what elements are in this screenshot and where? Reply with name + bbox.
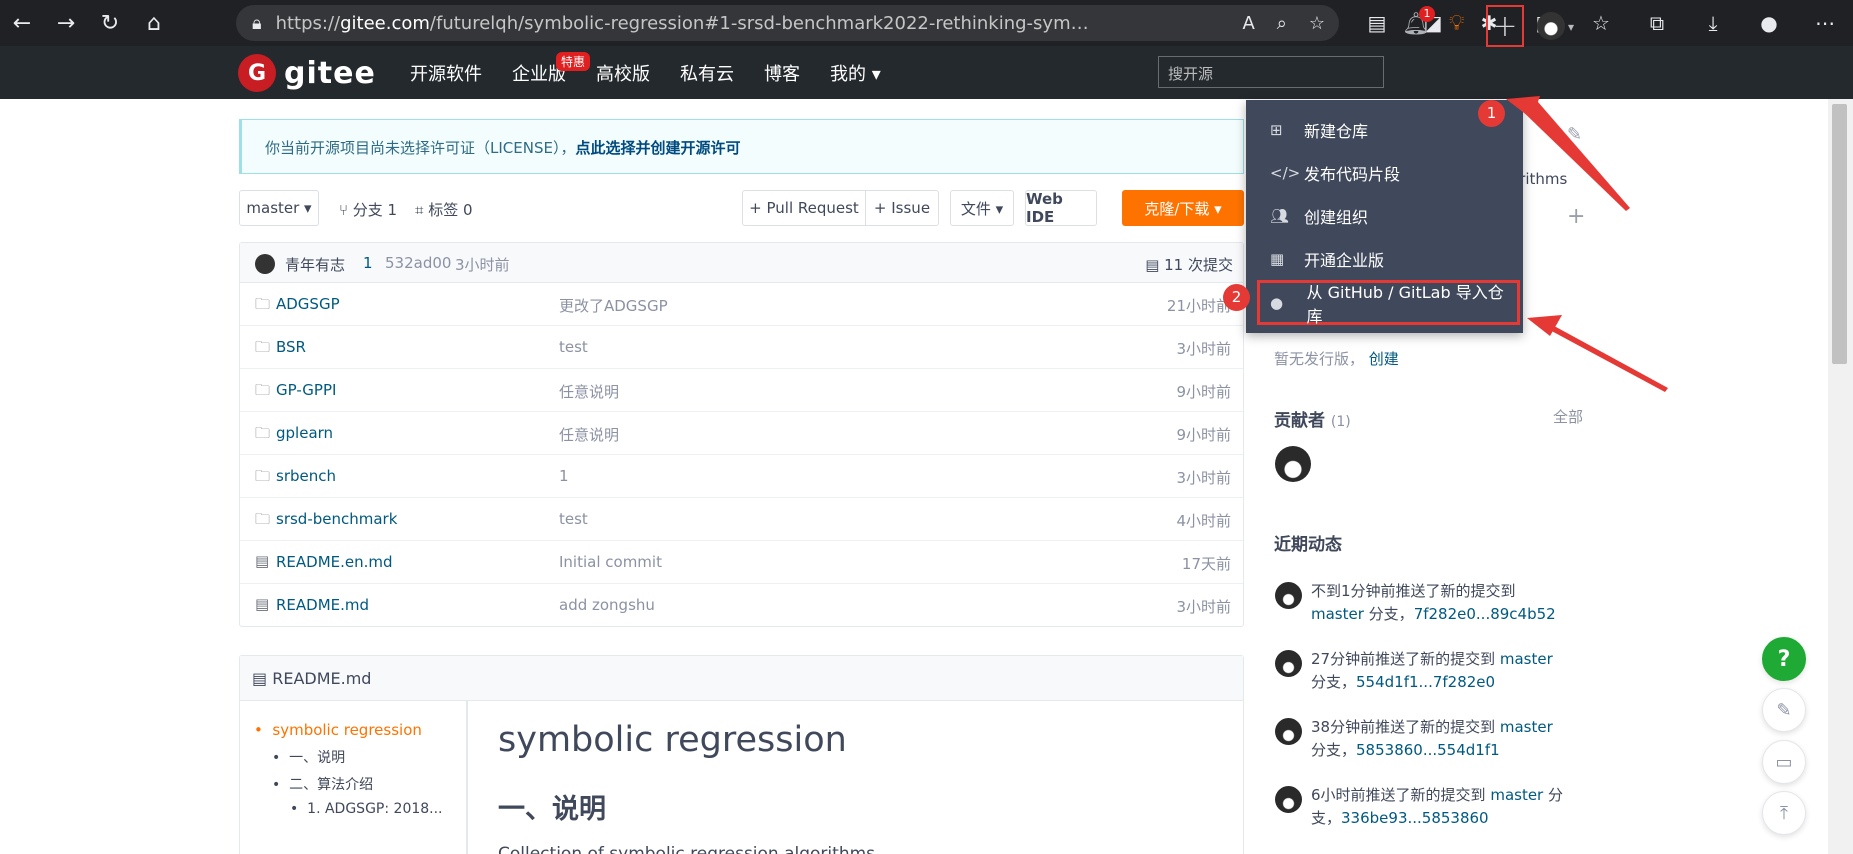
back-to-top-icon[interactable]: ⤒ bbox=[1762, 791, 1806, 835]
feedback-edit-icon[interactable]: ✎ bbox=[1762, 688, 1806, 732]
scrollbar-thumb[interactable] bbox=[1832, 104, 1847, 364]
chat-icon[interactable]: ▭ bbox=[1762, 740, 1806, 784]
annotation-badge-1: 1 bbox=[1478, 100, 1505, 127]
annotation-arrow-2 bbox=[1533, 321, 1668, 392]
help-button[interactable]: ? bbox=[1762, 637, 1806, 681]
annotation-badge-2: 2 bbox=[1223, 284, 1250, 311]
annotation-arrows bbox=[1506, 96, 1668, 392]
annotation-arrow-1 bbox=[1515, 102, 1630, 211]
